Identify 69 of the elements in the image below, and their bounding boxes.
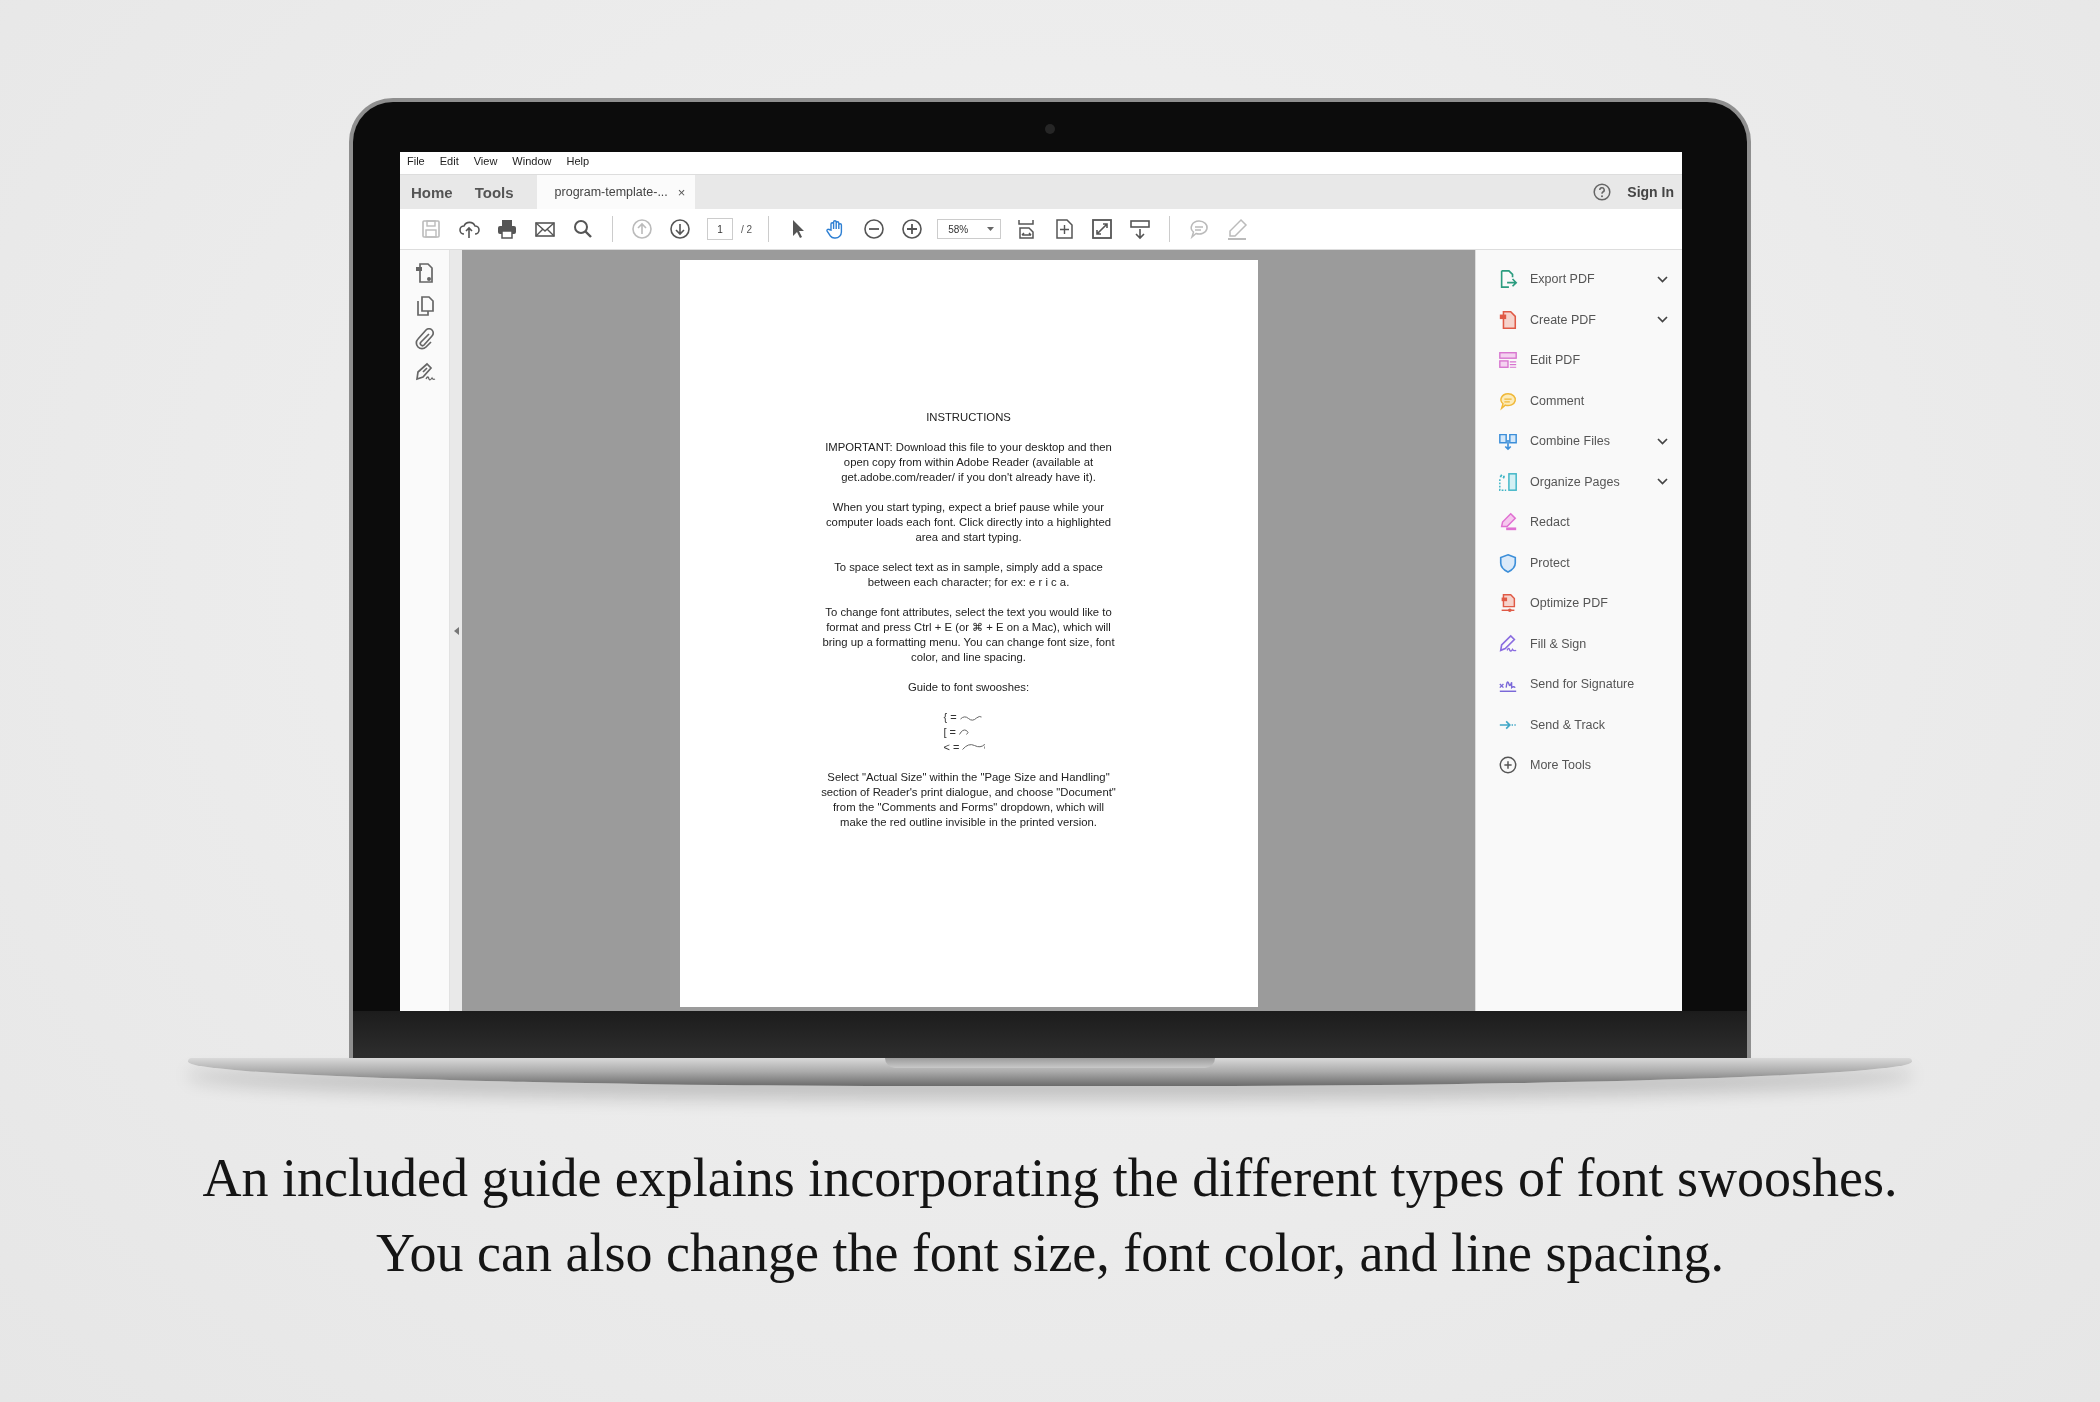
shield-icon xyxy=(1498,552,1518,573)
menu-item[interactable]: View xyxy=(473,155,498,171)
combine-files-icon xyxy=(1498,431,1518,452)
pen-signature-icon xyxy=(1498,633,1518,654)
caption-text: An included guide explains incorporating the different types of font swooshes. xyxy=(202,1150,1898,1207)
page-total: / 2 xyxy=(741,223,753,235)
menu-item[interactable]: File xyxy=(407,155,425,171)
nav-tab[interactable]: Home xyxy=(400,175,464,209)
document-paragraph: Select "Actual Size" within the "Page Size and Handling" section of Reader's print dialogue, and choose "Document" from the "Comments and Forms" dropdown, which will make the red outline invisible in the printed version. xyxy=(820,770,1117,830)
tool-item[interactable]: Redact xyxy=(1476,507,1682,538)
zoom-in-icon[interactable] xyxy=(901,218,924,240)
document-title: INSTRUCTIONS xyxy=(926,410,1011,425)
document-tab[interactable]: program-template-... × xyxy=(536,175,696,209)
tool-item[interactable]: Send & Track xyxy=(1476,709,1682,740)
tool-item[interactable]: Combine Files xyxy=(1476,426,1682,457)
document-icon xyxy=(1498,309,1518,330)
chevron-icon[interactable] xyxy=(1657,478,1668,486)
swoosh-drawing xyxy=(962,743,986,752)
page-number-field[interactable]: 1 xyxy=(707,218,733,240)
tool-item[interactable]: Create PDF xyxy=(1476,304,1682,335)
zoom-dropdown[interactable]: 58% xyxy=(937,219,1002,239)
plus-circle-icon xyxy=(1498,755,1518,776)
signature-pen-icon[interactable] xyxy=(413,361,436,383)
tool-item[interactable]: Fill & Sign xyxy=(1476,628,1682,659)
tool-item[interactable]: Comment xyxy=(1476,385,1682,416)
tool-item[interactable]: More Tools xyxy=(1476,750,1682,781)
document-paragraph: To change font attributes, select the text you would like to format and press Ctrl + E (or ⌘ + E on a Mac), which will bring up a formatting menu. You can change font size, font color, and line spacing. xyxy=(821,605,1116,665)
zoom-out-icon[interactable] xyxy=(863,218,886,240)
swoosh-key: [ = xyxy=(943,725,957,740)
nav-tab[interactable]: Tools xyxy=(463,175,525,209)
swoosh-drawing xyxy=(959,729,971,736)
swoosh-drawing xyxy=(959,714,982,721)
full-screen-icon[interactable] xyxy=(1091,218,1114,240)
menu-item[interactable]: Edit xyxy=(439,155,459,171)
chevron-icon[interactable] xyxy=(1657,275,1668,283)
chevron-icon[interactable] xyxy=(1657,437,1668,445)
tool-item[interactable]: Send for Signature xyxy=(1476,669,1682,700)
paperclip-icon[interactable] xyxy=(413,328,436,350)
fit-page-icon[interactable] xyxy=(1053,218,1076,240)
tool-item[interactable]: Optimize PDF xyxy=(1476,588,1682,619)
close-icon[interactable]: × xyxy=(677,184,686,200)
camera-icon xyxy=(1045,124,1055,134)
help-icon[interactable] xyxy=(1593,183,1612,201)
caption-text: You can also change the font size, font color, and line spacing. xyxy=(376,1224,1724,1282)
swoosh-key: < = xyxy=(943,740,960,755)
swoosh-key: { = xyxy=(943,710,957,725)
caret-icon[interactable] xyxy=(987,227,995,231)
chevron-icon[interactable] xyxy=(1657,316,1668,324)
collapse-arrow-icon[interactable] xyxy=(453,626,459,635)
speech-bubble-icon xyxy=(1498,390,1518,411)
page-thumbnails-icon[interactable] xyxy=(413,262,436,284)
layout-icon xyxy=(1498,350,1518,371)
print-icon[interactable] xyxy=(496,218,518,240)
document-paragraph: IMPORTANT: Download this file to your desktop and then open copy from within Adobe Reader (available at get.adobe.com/reader/ if you don't already have it). xyxy=(824,440,1113,485)
document-paragraph: Guide to font swooshes: xyxy=(907,680,1030,695)
export-icon xyxy=(1498,269,1518,290)
organize-pages-icon xyxy=(1498,471,1518,492)
tool-item[interactable]: Organize Pages xyxy=(1476,466,1682,497)
tool-item[interactable]: Export PDF xyxy=(1476,264,1682,295)
tool-item[interactable]: Protect xyxy=(1476,547,1682,578)
search-icon[interactable] xyxy=(572,218,594,240)
sign-in-link[interactable]: Sign In xyxy=(1627,184,1674,200)
menu-item[interactable]: Help xyxy=(566,155,590,171)
scroll-mode-icon[interactable] xyxy=(1129,218,1152,240)
document-paragraph: When you start typing, expect a brief pause while your computer loads each font. Click directly into a highlighted area and start typing. xyxy=(824,500,1113,545)
marker-icon xyxy=(1498,512,1518,533)
menu-item[interactable]: Window xyxy=(512,155,552,171)
document-paragraph: To space select text as in sample, simply add a space between each character; for ex: e r i c a. xyxy=(833,560,1104,590)
tool-item[interactable]: Edit PDF xyxy=(1476,345,1682,376)
